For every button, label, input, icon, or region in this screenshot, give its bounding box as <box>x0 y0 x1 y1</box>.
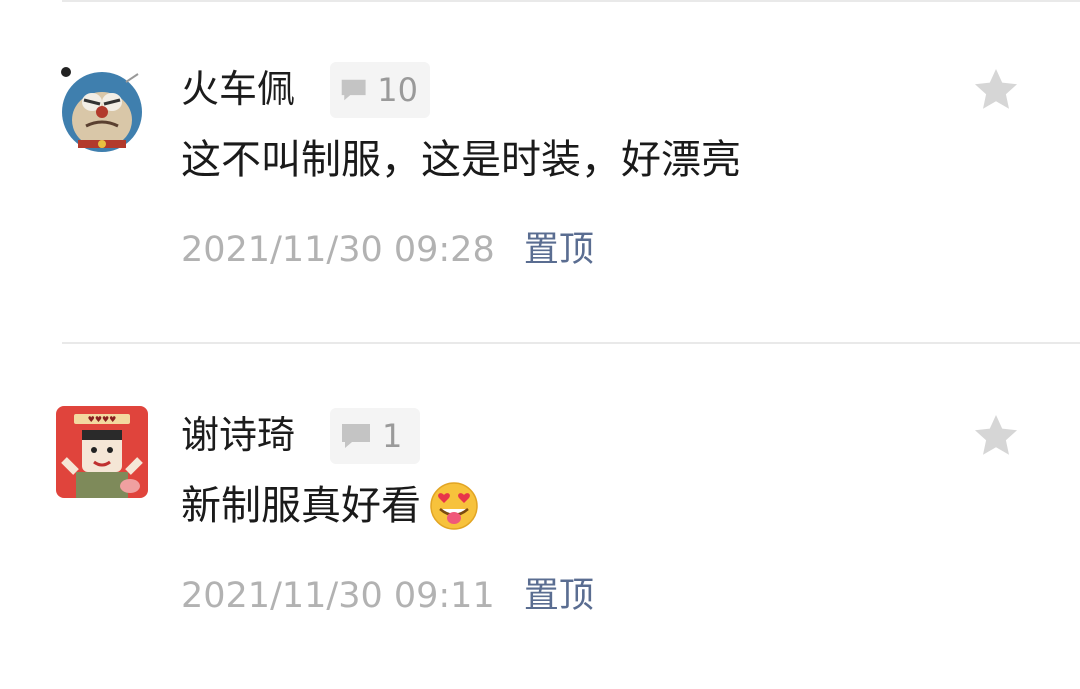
pin-button[interactable]: 置顶 <box>524 574 594 618</box>
author-name[interactable]: 火车佩 <box>181 66 295 112</box>
comment-bubble-icon <box>341 79 366 101</box>
doraemon-avatar-icon <box>56 60 148 152</box>
reply-count: 10 <box>377 71 418 109</box>
timestamp: 2021/11/30 09:11 <box>181 576 495 616</box>
heart-eyes-tongue-emoji-icon <box>430 482 478 530</box>
avatar[interactable]: ♥♥♥♥ <box>56 406 148 498</box>
comment-meta: 2021/11/30 09:28 置顶 <box>181 228 594 272</box>
comment-text-content: 这不叫制服，这是时装，好漂亮 <box>181 137 741 183</box>
star-icon[interactable] <box>972 412 1020 460</box>
divider <box>62 342 1080 344</box>
reply-count-badge[interactable]: 1 <box>330 408 420 464</box>
cartoon-avatar-icon: ♥♥♥♥ <box>56 406 148 498</box>
pin-button[interactable]: 置顶 <box>524 228 594 272</box>
comment-text-content: 新制服真好看 <box>181 483 421 529</box>
avatar[interactable] <box>56 60 148 152</box>
comment-list: 火车佩 10 这不叫制服，这是时装，好漂亮 2021/11/30 09:28 置… <box>0 0 1080 689</box>
timestamp: 2021/11/30 09:28 <box>181 230 495 270</box>
author-name[interactable]: 谢诗琦 <box>181 412 295 458</box>
comment-text: 这不叫制服，这是时装，好漂亮 <box>181 134 741 186</box>
svg-text:♥♥♥♥: ♥♥♥♥ <box>88 415 117 424</box>
comment-text: 新制服真好看 <box>181 480 479 532</box>
reply-count: 1 <box>382 417 403 455</box>
divider <box>62 0 1080 2</box>
comment-meta: 2021/11/30 09:11 置顶 <box>181 574 594 618</box>
comment-bubble-icon <box>342 424 370 448</box>
reply-count-badge[interactable]: 10 <box>330 62 430 118</box>
star-icon[interactable] <box>972 66 1020 114</box>
